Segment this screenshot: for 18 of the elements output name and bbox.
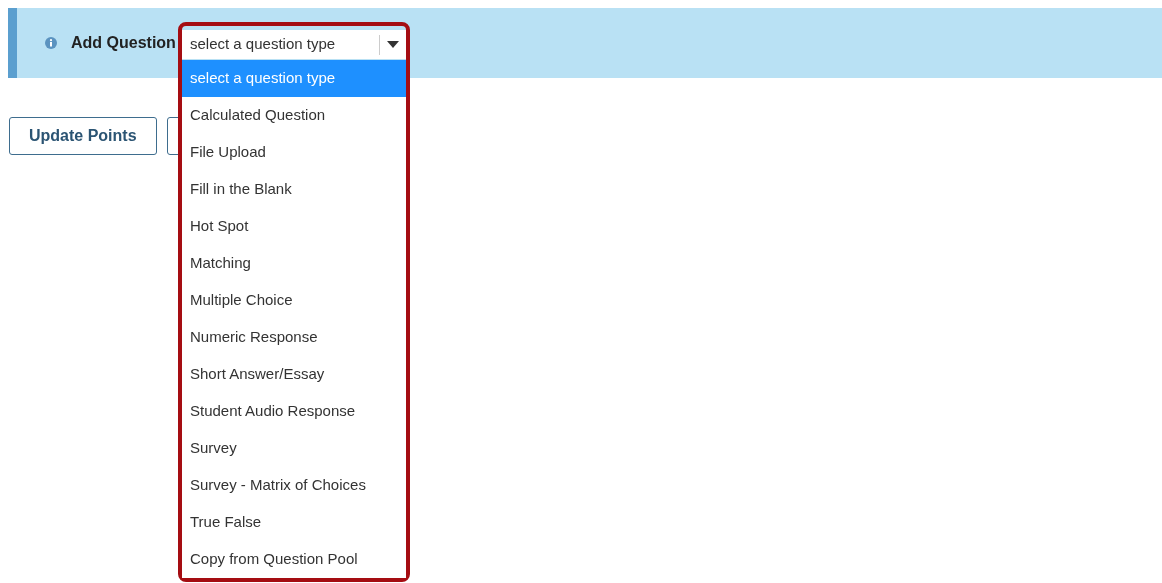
question-type-select[interactable]: select a question type [182, 30, 406, 59]
caret-icon [387, 41, 399, 48]
dropdown-option[interactable]: Numeric Response [182, 319, 406, 356]
update-points-button[interactable]: Update Points [9, 117, 157, 155]
dropdown-option[interactable]: True False [182, 504, 406, 541]
dropdown-option[interactable]: Student Audio Response [182, 393, 406, 430]
dropdown-option[interactable]: Copy from Question Pool [182, 541, 406, 578]
dropdown-option[interactable]: Multiple Choice [182, 282, 406, 319]
info-icon [45, 37, 57, 49]
dropdown-option[interactable]: Survey - Matrix of Choices [182, 467, 406, 504]
dropdown-option[interactable]: Survey [182, 430, 406, 467]
dropdown-option[interactable]: Short Answer/Essay [182, 356, 406, 393]
add-question-label: Add Question [71, 33, 176, 53]
dropdown-option[interactable]: Matching [182, 245, 406, 282]
dropdown-option[interactable]: Hot Spot [182, 208, 406, 245]
dropdown-option[interactable]: Calculated Question [182, 97, 406, 134]
dropdown-option[interactable]: Fill in the Blank [182, 171, 406, 208]
dropdown-option[interactable]: File Upload [182, 134, 406, 171]
